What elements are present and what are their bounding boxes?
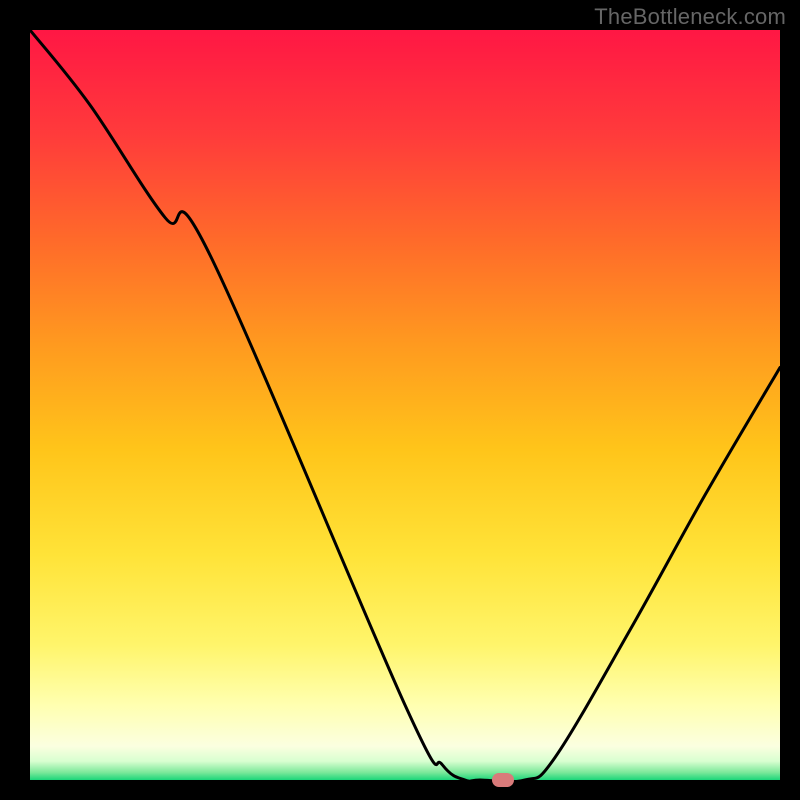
watermark-text: TheBottleneck.com xyxy=(594,4,786,30)
gradient-background xyxy=(30,30,780,780)
optimal-point-marker xyxy=(492,773,514,787)
plot-area xyxy=(30,30,780,780)
chart-svg xyxy=(30,30,780,780)
